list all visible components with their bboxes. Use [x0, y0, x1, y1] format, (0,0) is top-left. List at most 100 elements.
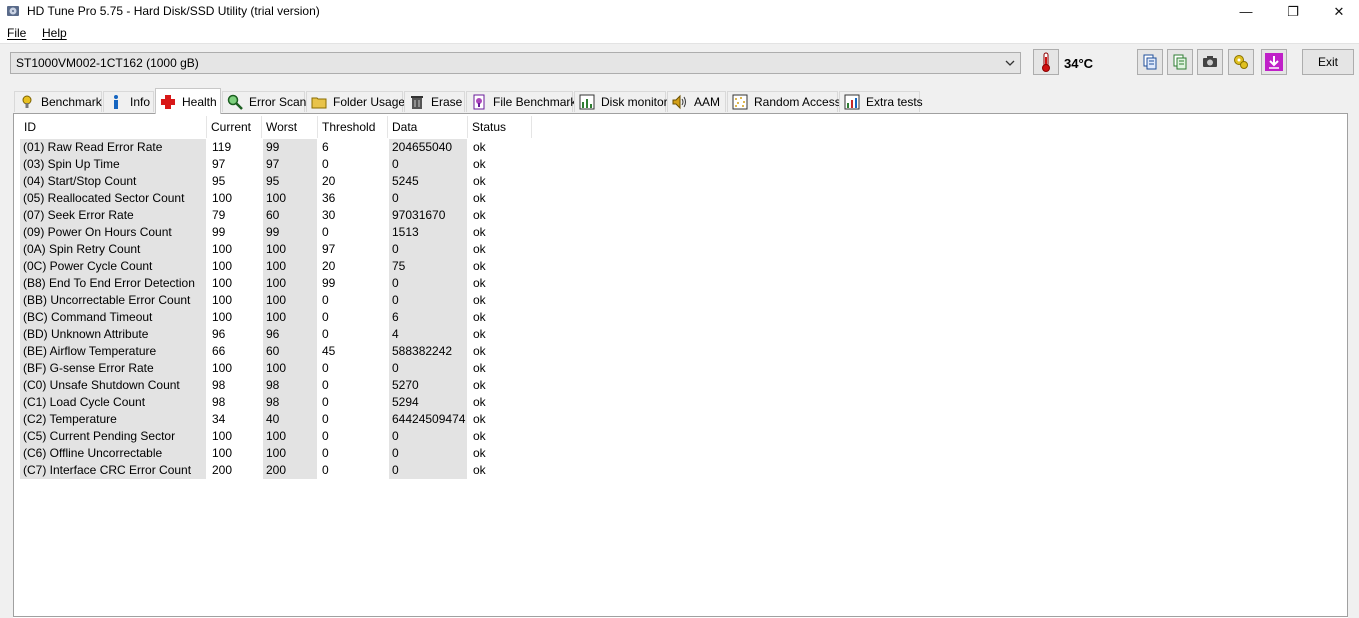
- table-row[interactable]: (BB) Uncorrectable Error Count 100 100 0 0 ok: [20, 292, 532, 309]
- tab-benchmark[interactable]: Benchmark: [14, 91, 102, 112]
- drive-select[interactable]: ST1000VM002-1CT162 (1000 gB): [10, 52, 1021, 74]
- tab-disk-monitor[interactable]: Disk monitor: [574, 91, 668, 112]
- current-value: 100: [212, 242, 233, 256]
- threshold-value: 97: [322, 242, 336, 256]
- exit-button[interactable]: Exit: [1302, 49, 1354, 75]
- threshold-value: 0: [322, 361, 329, 375]
- threshold-value: 0: [322, 429, 329, 443]
- status-value: ok: [473, 140, 486, 154]
- status-value: ok: [473, 208, 486, 222]
- current-value: 100: [212, 293, 233, 307]
- table-row[interactable]: (C6) Offline Uncorrectable 100 100 0 0 ok: [20, 445, 532, 462]
- column-header-current[interactable]: Current: [207, 116, 262, 138]
- status-value: ok: [473, 259, 486, 273]
- table-row[interactable]: (07) Seek Error Rate 79 60 30 97031670 ok: [20, 207, 532, 224]
- tab-health[interactable]: Health: [155, 88, 221, 114]
- current-value: 66: [212, 344, 226, 358]
- raw-data-value: 97031670: [389, 207, 467, 224]
- attribute-id: (C7) Interface CRC Error Count: [20, 462, 206, 479]
- table-row[interactable]: (0A) Spin Retry Count 100 100 97 0 ok: [20, 241, 532, 258]
- column-header-status[interactable]: Status: [468, 116, 532, 138]
- table-row[interactable]: (C7) Interface CRC Error Count 200 200 0 0 ok: [20, 462, 532, 479]
- benchmark-icon: [22, 95, 32, 108]
- table-row[interactable]: (BC) Command Timeout 100 100 0 6 ok: [20, 309, 532, 326]
- table-row[interactable]: (BE) Airflow Temperature 66 60 45 588382242 o…: [20, 343, 532, 360]
- threshold-value: 20: [322, 259, 336, 273]
- options-button[interactable]: [1228, 49, 1254, 75]
- frame-right: [1348, 88, 1359, 618]
- tab-error-scan[interactable]: Error Scan: [222, 91, 306, 112]
- tab-label: Benchmark: [41, 95, 102, 109]
- current-value: 79: [212, 208, 226, 222]
- table-row[interactable]: (BF) G-sense Error Rate 100 100 0 0 ok: [20, 360, 532, 377]
- current-value: 98: [212, 378, 226, 392]
- tab-erase[interactable]: Erase: [404, 91, 465, 112]
- status-value: ok: [473, 378, 486, 392]
- health-cross-icon: [161, 94, 175, 109]
- tab-extra-tests[interactable]: Extra tests: [839, 91, 923, 112]
- worst-value: 60: [263, 207, 317, 224]
- screenshot-button[interactable]: [1197, 49, 1223, 75]
- menu-help[interactable]: Help: [42, 26, 67, 40]
- status-value: ok: [473, 327, 486, 341]
- table-row[interactable]: (09) Power On Hours Count 99 99 0 1513 ok: [20, 224, 532, 241]
- status-value: ok: [473, 276, 486, 290]
- close-button[interactable]: ✕: [1316, 0, 1359, 23]
- current-value: 100: [212, 429, 233, 443]
- status-value: ok: [473, 310, 486, 324]
- attribute-id: (09) Power On Hours Count: [20, 224, 206, 241]
- table-row[interactable]: (C0) Unsafe Shutdown Count 98 98 0 5270 ok: [20, 377, 532, 394]
- tab-random-access[interactable]: Random Access: [727, 91, 841, 112]
- worst-value: 99: [263, 224, 317, 241]
- current-value: 96: [212, 327, 226, 341]
- tab-info[interactable]: Info: [103, 91, 154, 112]
- table-row[interactable]: (05) Reallocated Sector Count 100 100 36 0 ok: [20, 190, 532, 207]
- threshold-value: 0: [322, 378, 329, 392]
- window-title: HD Tune Pro 5.75 - Hard Disk/SSD Utility…: [27, 4, 320, 18]
- options-icon: [1234, 55, 1248, 69]
- current-value: 119: [212, 140, 232, 154]
- attribute-id: (C5) Current Pending Sector: [20, 428, 206, 445]
- save-button[interactable]: [1261, 49, 1287, 75]
- status-value: ok: [473, 191, 486, 205]
- column-header-data[interactable]: Data: [388, 116, 468, 138]
- table-header: ID Current Worst Threshold Data Status: [20, 116, 532, 138]
- threshold-value: 0: [322, 446, 329, 460]
- table-row[interactable]: (B8) End To End Error Detection 100 100 99 0…: [20, 275, 532, 292]
- menu-file[interactable]: File: [7, 26, 26, 40]
- table-row[interactable]: (C5) Current Pending Sector 100 100 0 0 ok: [20, 428, 532, 445]
- table-row[interactable]: (BD) Unknown Attribute 96 96 0 4 ok: [20, 326, 532, 343]
- raw-data-value: 0: [389, 462, 467, 479]
- minimize-button[interactable]: —: [1223, 0, 1269, 23]
- copy-text-button[interactable]: [1167, 49, 1193, 75]
- table-row[interactable]: (04) Start/Stop Count 95 95 20 5245 ok: [20, 173, 532, 190]
- toolbar: ST1000VM002-1CT162 (1000 gB) 34°C Exit: [0, 43, 1359, 89]
- raw-data-value: 5294: [389, 394, 467, 411]
- raw-data-value: 0: [389, 360, 467, 377]
- attribute-id: (07) Seek Error Rate: [20, 207, 206, 224]
- current-value: 100: [212, 446, 233, 460]
- attribute-id: (04) Start/Stop Count: [20, 173, 206, 190]
- table-row[interactable]: (03) Spin Up Time 97 97 0 0 ok: [20, 156, 532, 173]
- tab-folder-usage[interactable]: Folder Usage: [306, 91, 405, 112]
- table-row[interactable]: (0C) Power Cycle Count 100 100 20 75 ok: [20, 258, 532, 275]
- tab-aam[interactable]: AAM: [667, 91, 726, 112]
- threshold-value: 45: [322, 344, 336, 358]
- table-row[interactable]: (01) Raw Read Error Rate 119 99 6 204655040 o…: [20, 139, 532, 156]
- worst-value: 97: [263, 156, 317, 173]
- current-value: 97: [212, 157, 226, 171]
- magnifier-icon: [227, 94, 243, 110]
- threshold-value: 0: [322, 157, 329, 171]
- column-header-id[interactable]: ID: [20, 116, 207, 138]
- table-row[interactable]: (C1) Load Cycle Count 98 98 0 5294 ok: [20, 394, 532, 411]
- worst-value: 100: [263, 258, 317, 275]
- current-value: 98: [212, 395, 226, 409]
- column-header-worst[interactable]: Worst: [262, 116, 318, 138]
- attribute-id: (BB) Uncorrectable Error Count: [20, 292, 206, 309]
- temperature-button[interactable]: [1033, 49, 1059, 75]
- maximize-button[interactable]: ❐: [1270, 0, 1316, 23]
- column-header-threshold[interactable]: Threshold: [318, 116, 388, 138]
- tab-file-benchmark[interactable]: File Benchmark: [466, 91, 576, 112]
- table-row[interactable]: (C2) Temperature 34 40 0 64424509474 ok: [20, 411, 532, 428]
- copy-info-button[interactable]: [1137, 49, 1163, 75]
